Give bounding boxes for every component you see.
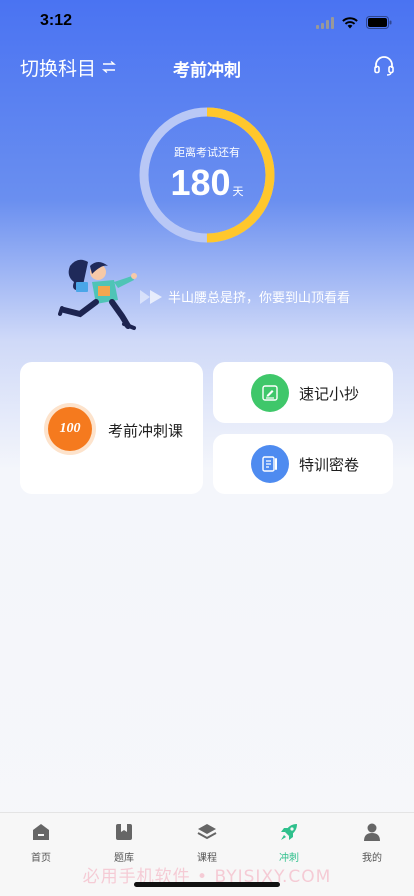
double-arrow-icon — [138, 286, 164, 312]
user-icon — [361, 821, 383, 843]
exam-countdown: 距离考试还有 180 天 — [138, 106, 276, 244]
customer-service-button[interactable] — [372, 54, 396, 78]
sprint-course-icon-wrap: 100 — [44, 403, 96, 455]
question-bank-icon — [113, 821, 135, 843]
wifi-icon — [342, 14, 358, 33]
sprint-course-label: 考前冲刺课 — [108, 422, 184, 440]
exam-paper-icon — [251, 445, 289, 483]
tab-question-bank[interactable]: 题库 — [94, 821, 154, 864]
special-papers-label: 特训密卷 — [299, 456, 360, 474]
score-100-text: 100 — [59, 421, 81, 436]
battery-icon — [366, 14, 392, 33]
tab-courses[interactable]: 课程 — [177, 821, 237, 864]
edit-note-icon — [251, 374, 289, 412]
sprint-course-card[interactable]: 100 考前冲刺课 — [20, 362, 203, 494]
status-time: 3:12 — [40, 12, 73, 29]
headset-icon — [372, 56, 396, 82]
countdown-label: 距离考试还有 — [174, 146, 240, 159]
score-100-icon: 100 — [48, 407, 92, 451]
quick-notes-label: 速记小抄 — [299, 385, 360, 403]
countdown-days: 180 — [170, 162, 231, 203]
countdown-unit: 天 — [232, 185, 244, 198]
special-papers-card[interactable]: 特训密卷 — [213, 434, 393, 494]
signal-icon — [316, 14, 334, 33]
quick-notes-card[interactable]: 速记小抄 — [213, 362, 393, 423]
countdown-value: 180 天 — [138, 162, 276, 204]
motivational-slogan: 半山腰总是挤，你要到山顶看看 — [168, 291, 351, 306]
tab-profile[interactable]: 我的 — [342, 821, 402, 864]
home-indicator[interactable] — [134, 882, 280, 887]
tab-sprint[interactable]: 冲刺 — [259, 821, 319, 864]
tab-home[interactable]: 首页 — [11, 821, 71, 864]
rocket-icon — [278, 821, 300, 843]
status-bar: 3:12 — [0, 0, 414, 44]
home-icon — [30, 821, 52, 843]
status-icons — [316, 14, 392, 33]
layers-icon — [196, 821, 218, 843]
page-title: 考前冲刺 — [173, 61, 241, 81]
nav-bar: 切换科目 考前冲刺 — [0, 48, 414, 88]
